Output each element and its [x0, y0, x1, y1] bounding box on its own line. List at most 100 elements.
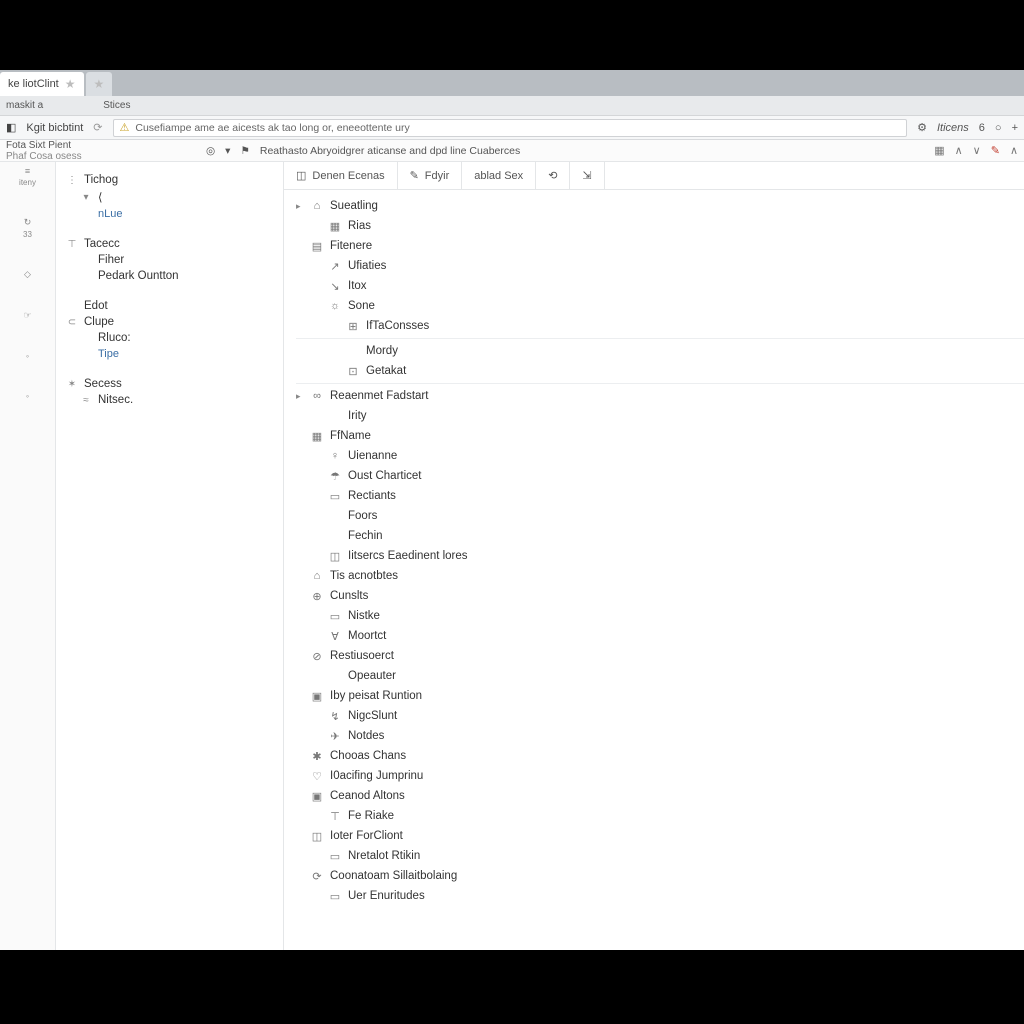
tree-node[interactable]: Opeauter [284, 666, 1024, 686]
rail-item-0[interactable]: ≡iteny [19, 166, 36, 187]
sidebar-item[interactable]: Edot [66, 298, 273, 314]
subbar-left[interactable]: maskit a [6, 100, 43, 111]
sidebar-item[interactable]: Fiher [66, 252, 273, 268]
tree-node[interactable]: ▦ FfName [284, 426, 1024, 446]
address-bar[interactable]: ⚠ Cusefiampe ame ae aicests ak tao long … [113, 119, 908, 137]
tree-node[interactable]: ⟳Coonatoam Sillaitbolaing [284, 866, 1024, 886]
sidebar-item[interactable]: Tipe [66, 346, 273, 362]
tree-node[interactable]: ✱Chooas Chans [284, 746, 1024, 766]
star-icon: ★ [94, 77, 105, 91]
sidebar-item-icon: ⋮ [66, 175, 78, 186]
sidebar-item[interactable]: Pedark Ountton [66, 268, 273, 284]
filter-tab-2[interactable]: ablad Sex [462, 162, 536, 189]
node-icon: ∞ [310, 390, 324, 402]
tree-node[interactable]: ▦Rias [284, 216, 1024, 236]
node-icon: ▦ [310, 430, 324, 443]
browser-tab-active[interactable]: ke liotClint ★ [0, 72, 84, 96]
refresh-icon[interactable]: ⟳ [93, 121, 102, 134]
node-icon: ↘ [328, 280, 342, 293]
down-icon[interactable]: ∨ [973, 144, 981, 157]
node-icon: ♡ [310, 770, 324, 783]
filter-tab-3[interactable]: ⟲ [536, 162, 570, 189]
extension-label[interactable]: Iticens [937, 122, 969, 134]
node-icon: ⊡ [346, 365, 360, 378]
tree-node[interactable]: Foors [284, 506, 1024, 526]
tree-node[interactable]: ▸∞Reaenmet Fadstart [284, 386, 1024, 406]
tree-node[interactable]: ♀Uienanne [284, 446, 1024, 466]
rail-item-4[interactable]: ◦ [26, 351, 29, 361]
sidebar-item[interactable]: ⊤Tacecc [66, 236, 273, 252]
node-icon: ☼ [328, 300, 342, 312]
up-icon[interactable]: ∧ [955, 144, 963, 157]
rail-icon: ☞ [23, 310, 31, 321]
tree-node[interactable]: ▸⌂Sueatling [284, 196, 1024, 216]
sidebar-item-icon: ▾ [80, 192, 92, 203]
rail-item-2[interactable]: ◇ [24, 269, 31, 280]
rail-item-5[interactable]: ◦ [26, 391, 29, 401]
sidebar-item[interactable]: Rluco: [66, 330, 273, 346]
tree-node[interactable]: ♡I0acifing Jumprinu [284, 766, 1024, 786]
sidebar-item[interactable]: ▾⟨ [66, 188, 273, 206]
tree-node[interactable]: ✈Notdes [284, 726, 1024, 746]
filter-tab-4[interactable]: ⇲ [570, 162, 604, 189]
tree-node[interactable]: Fechin [284, 526, 1024, 546]
subbar-right[interactable]: Stices [103, 100, 130, 111]
tree-node[interactable]: ▣Ceanod Altons [284, 786, 1024, 806]
node-label: Uer Enuritudes [348, 890, 425, 902]
address-toolbar: ◧ Kgit bicbtint ⟳ ⚠ Cusefiampe ame ae ai… [0, 116, 1024, 140]
node-icon: ⊞ [346, 320, 360, 333]
flag-icon[interactable]: ⚑ [240, 145, 249, 157]
back-icon[interactable]: ◧ [6, 121, 16, 134]
tree-node[interactable]: ☼Sone [284, 296, 1024, 316]
tree-node[interactable]: ▭Rectiants [284, 486, 1024, 506]
sidebar-item-icon: ≈ [80, 395, 92, 406]
sidebar-item[interactable]: ⋮Tichog [66, 172, 273, 188]
tree-node[interactable]: ◫Ioter ForCliont [284, 826, 1024, 846]
rail-item-1[interactable]: ↻33 [23, 217, 32, 239]
tree-node[interactable]: ▭Nistke [284, 606, 1024, 626]
tree-node[interactable]: ⊞IfTaConsses [284, 316, 1024, 336]
sidebar-item[interactable]: ✶Secess [66, 376, 273, 392]
tree-node[interactable]: ⊘Restiusoerct [284, 646, 1024, 666]
eye-icon[interactable]: ◎ [206, 145, 215, 157]
sidebar-item-label: Tacecc [84, 238, 120, 250]
extension-icon[interactable]: ⚙ [917, 121, 927, 134]
tree-node[interactable]: ◫Iitsercs Eaedinent lores [284, 546, 1024, 566]
tab-count[interactable]: 6 [979, 122, 985, 134]
node-label: NigcSlunt [348, 710, 397, 722]
search-icon[interactable]: ○ [995, 122, 1002, 134]
sidebar-item[interactable]: nLue [66, 206, 273, 222]
tree-node[interactable]: ∀Moortct [284, 626, 1024, 646]
tree-node[interactable]: Irity [284, 406, 1024, 426]
sidebar-item[interactable]: ⊂Clupe [66, 314, 273, 330]
filter-tab-0[interactable]: ◫Denen Ecenas [284, 162, 398, 189]
tree-node[interactable]: Mordy [284, 341, 1024, 361]
tree-node[interactable]: ⌂Tis acnotbtes [284, 566, 1024, 586]
node-label: FfName [330, 430, 371, 442]
sidebar-item[interactable]: ≈Nitsec. [66, 392, 273, 408]
tree-node[interactable]: ⊕Cunslts [284, 586, 1024, 606]
rail-item-3[interactable]: ☞ [23, 310, 31, 321]
tree-node[interactable]: ▤Fitenere [284, 236, 1024, 256]
star-icon[interactable]: ★ [65, 77, 76, 91]
collapse-icon[interactable]: ∧ [1010, 144, 1018, 157]
node-icon: ↯ [328, 710, 342, 723]
tree-node[interactable]: ↯ NigcSlunt [284, 706, 1024, 726]
edit-icon[interactable]: ✎ [991, 144, 1000, 157]
browser-tab-new[interactable]: ★ [86, 72, 113, 96]
sidebar-item-label: ⟨ [98, 190, 103, 204]
tree-node[interactable]: ▭Nretalot Rtikin [284, 846, 1024, 866]
tree-node[interactable]: ↗Ufiaties [284, 256, 1024, 276]
filter-tab-1[interactable]: ✎Fdyir [398, 162, 463, 189]
dropdown-icon[interactable]: ▾ [225, 145, 230, 157]
add-tab-icon[interactable]: + [1012, 122, 1018, 134]
tree-node[interactable]: ⊤Fe Riake [284, 806, 1024, 826]
tab-title: ke liotClint [8, 78, 59, 90]
tree-node[interactable]: ↘ Itox [284, 276, 1024, 296]
tree-node[interactable]: ▣Iby peisat Runtion [284, 686, 1024, 706]
tree-node[interactable]: ☂Oust Charticet [284, 466, 1024, 486]
tree-node[interactable]: ⊡Getakat [284, 361, 1024, 381]
grid-icon[interactable]: ▦ [934, 144, 944, 157]
node-label: Itox [348, 280, 367, 292]
tree-node[interactable]: ▭Uer Enuritudes [284, 886, 1024, 906]
